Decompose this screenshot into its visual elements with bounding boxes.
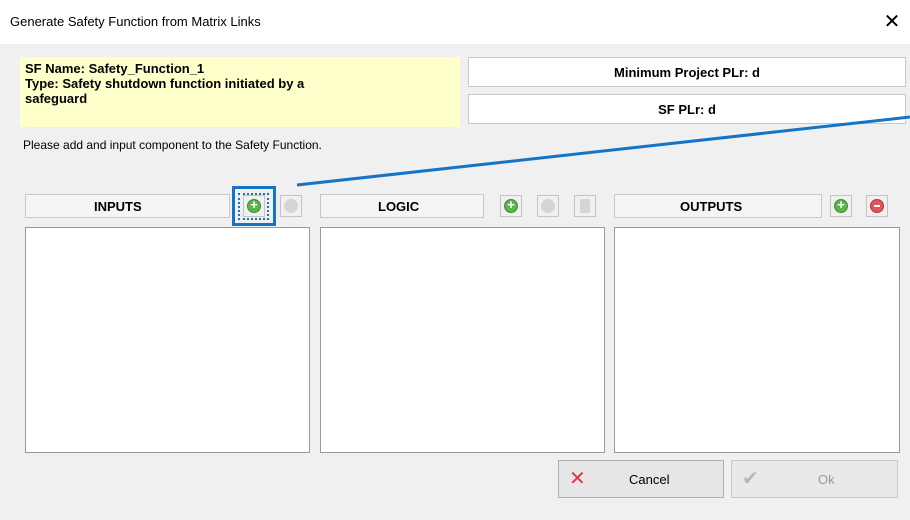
- callout-line: [296, 115, 910, 187]
- cancel-label: Cancel: [629, 472, 670, 487]
- red-x-icon: ✕: [569, 468, 586, 490]
- checkmark-icon: ✔: [742, 468, 759, 490]
- cancel-button[interactable]: ✕ Cancel: [558, 460, 724, 498]
- ok-button: ✔ Ok: [731, 460, 898, 498]
- ok-label: Ok: [818, 472, 835, 487]
- dialog-window: Generate Safety Function from Matrix Lin…: [0, 0, 910, 520]
